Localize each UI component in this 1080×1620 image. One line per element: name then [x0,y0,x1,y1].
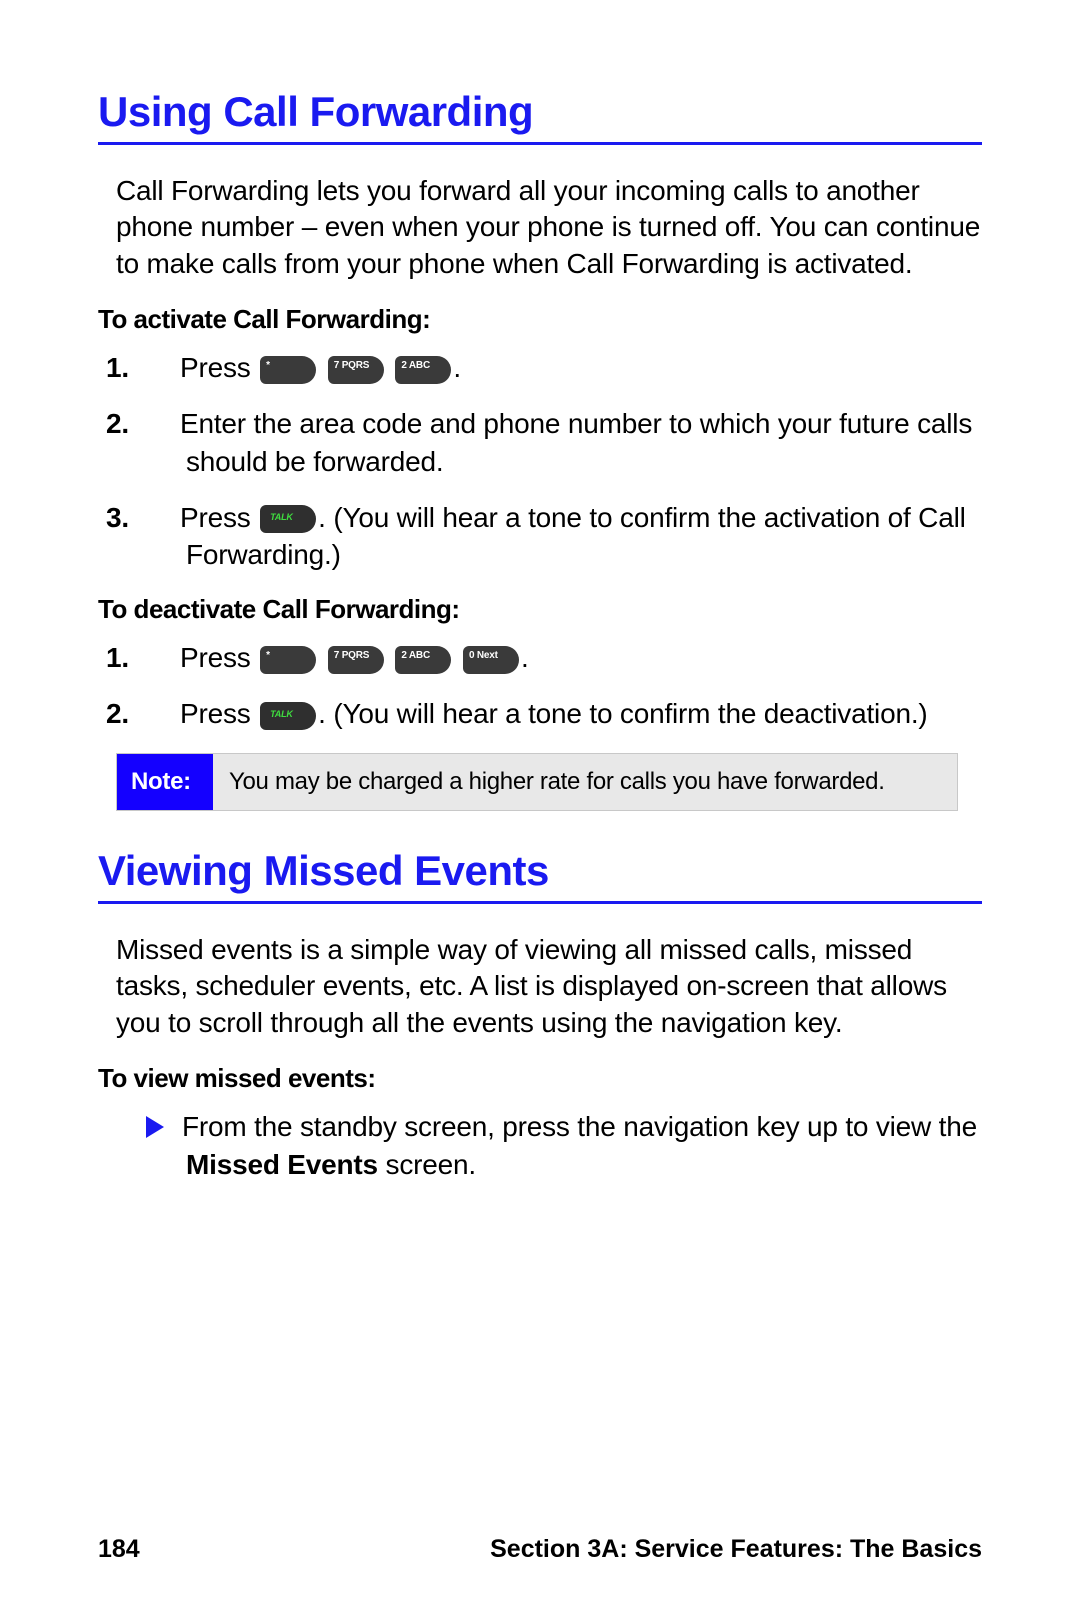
note-label: Note: [117,754,213,810]
step-text-end: . [453,352,461,383]
manual-page: Using Call Forwarding Call Forwarding le… [0,0,1080,1620]
key-0-icon [463,646,519,674]
step-text: Press [180,698,258,729]
key-7-icon [328,646,384,674]
note-box: Note: You may be charged a higher rate f… [116,753,958,811]
note-text: You may be charged a higher rate for cal… [213,754,901,810]
step-item: 2.Press . (You will hear a tone to confi… [98,695,982,733]
step-number: 2. [146,405,180,443]
step-number: 2. [146,695,180,733]
step-number: 1. [146,349,180,387]
subhead-deactivate: To deactivate Call Forwarding: [98,594,982,625]
key-2-icon [395,646,451,674]
heading-missed-events: Viewing Missed Events [98,847,982,895]
step-text: Enter the area code and phone number to … [180,408,972,477]
step-item: 3.Press . (You will hear a tone to confi… [98,499,982,575]
step-text: Press [180,502,258,533]
key-2-icon [395,356,451,384]
step-number: 3. [146,499,180,537]
key-star-icon [260,646,316,674]
key-talk-icon [260,505,316,533]
page-number: 184 [98,1535,140,1564]
page-footer: 184 Section 3A: Service Features: The Ba… [98,1535,982,1564]
heading-rule [98,901,982,904]
step-item: 1.Press . [98,639,982,677]
key-talk-icon [260,702,316,730]
subhead-activate: To activate Call Forwarding: [98,304,982,335]
activate-steps-list: 1.Press . 2.Enter the area code and phon… [98,349,982,574]
bullet-item: From the standby screen, press the navig… [98,1108,982,1184]
intro-paragraph: Missed events is a simple way of viewing… [116,932,982,1041]
key-7-icon [328,356,384,384]
step-text-rest: . (You will hear a tone to confirm the d… [318,698,927,729]
heading-rule [98,142,982,145]
step-number: 1. [146,639,180,677]
bullet-text-pre: From the standby screen, press the navig… [182,1111,977,1142]
step-text: Press [180,352,258,383]
subhead-view-missed: To view missed events: [98,1063,982,1094]
section-label: Section 3A: Service Features: The Basics [490,1535,982,1564]
step-text: Press [180,642,258,673]
step-item: 1.Press . [98,349,982,387]
intro-paragraph: Call Forwarding lets you forward all you… [116,173,982,282]
heading-call-forwarding: Using Call Forwarding [98,88,982,136]
key-star-icon [260,356,316,384]
bullet-text-bold: Missed Events [186,1149,378,1180]
step-item: 2.Enter the area code and phone number t… [98,405,982,481]
bullet-text-post: screen. [378,1149,476,1180]
deactivate-steps-list: 1.Press . 2.Press . (You will hear a ton… [98,639,982,733]
step-text-end: . [521,642,529,673]
triangle-bullet-icon [146,1116,164,1138]
